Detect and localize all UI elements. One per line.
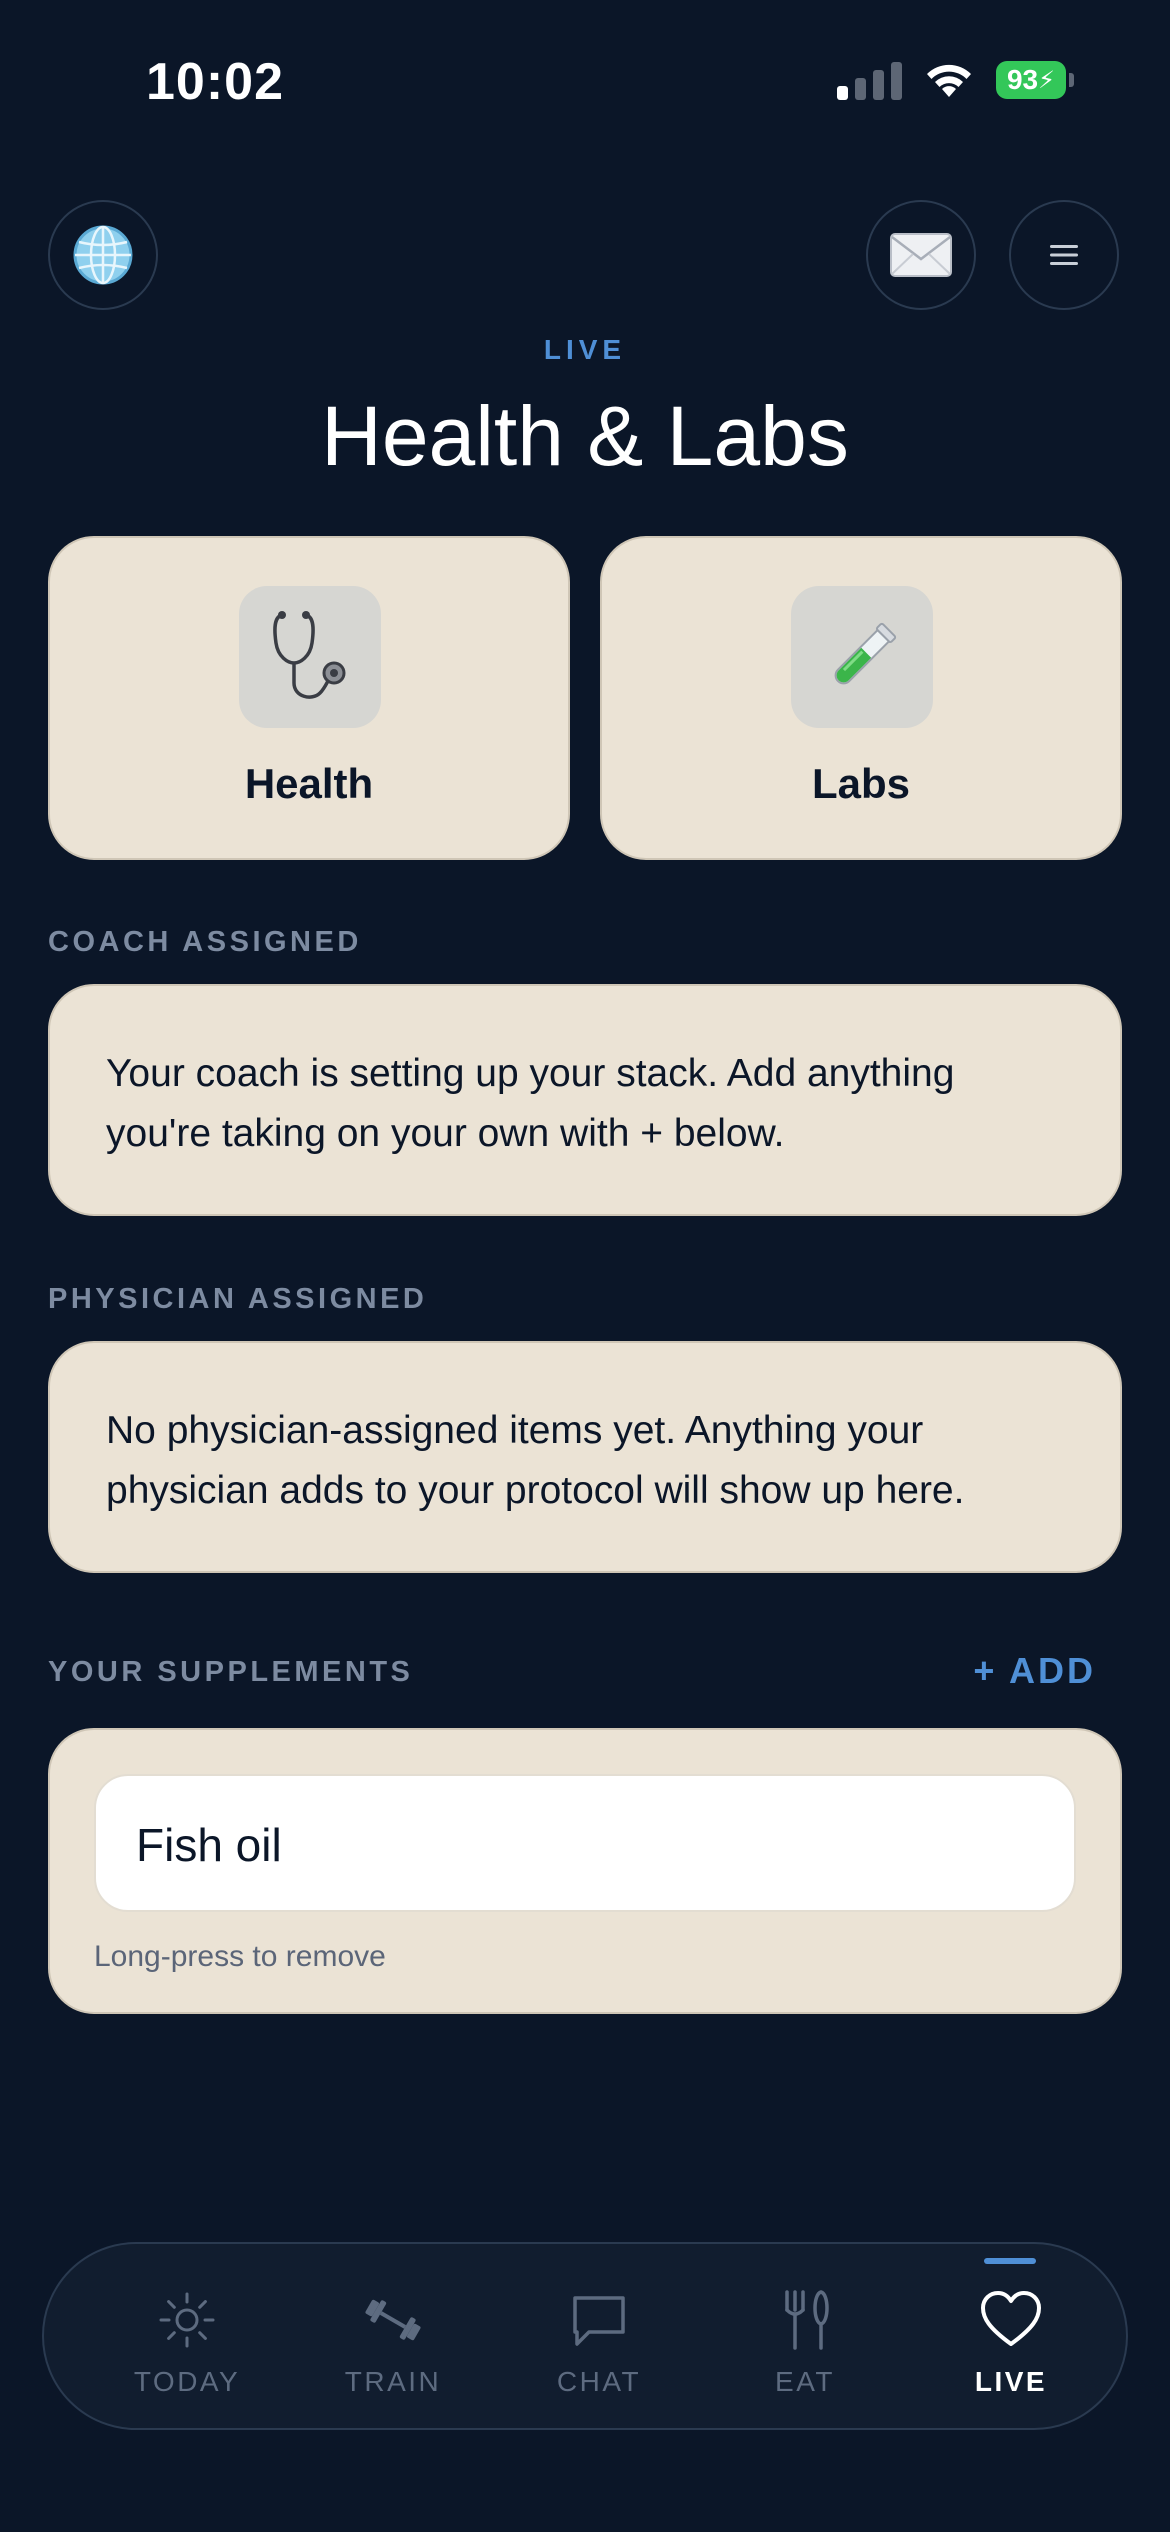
menu-button[interactable] [1009, 200, 1119, 310]
supplements-card: Fish oil Long-press to remove [48, 1728, 1122, 2014]
tab-eat[interactable]: EAT [702, 2244, 908, 2428]
sun-icon [159, 2292, 215, 2348]
tab-chat-label: CHAT [556, 2366, 642, 2397]
health-icon-container [239, 586, 381, 728]
battery-level: 93 ⚡ [996, 61, 1066, 99]
tab-chat[interactable]: CHAT [496, 2244, 702, 2428]
page-title: Health & Labs [321, 389, 849, 483]
battery-indicator: 93 ⚡ [996, 61, 1074, 99]
supplement-name: Fish oil [136, 1819, 282, 1871]
physician-card: No physician-assigned items yet. Anythin… [48, 1341, 1122, 1573]
stethoscope-icon [273, 611, 346, 699]
physician-section-heading: PHYSICIAN ASSIGNED [48, 1283, 428, 1315]
tab-live-label: LIVE [974, 2366, 1048, 2397]
physician-card-text: No physician-assigned items yet. Anythin… [106, 1409, 965, 1512]
supplement-hint: Long-press to remove [94, 1940, 386, 1973]
section-eyebrow: LIVE [543, 334, 627, 365]
active-tab-indicator [984, 2258, 1036, 2264]
chat-bubble-icon [573, 2296, 625, 2346]
coach-section-heading: COACH ASSIGNED [48, 926, 362, 958]
tab-train[interactable]: TRAIN [290, 2244, 496, 2428]
globe-button[interactable] [48, 200, 158, 310]
labs-tile[interactable]: Labs [600, 536, 1122, 860]
tab-today-label: TODAY [133, 2366, 241, 2397]
health-tile[interactable]: Health [48, 536, 570, 860]
heart-icon [981, 2291, 1041, 2346]
envelope-icon [890, 233, 952, 277]
tab-eat-label: EAT [775, 2366, 835, 2397]
coach-card-text: Your coach is setting up your stack. Add… [106, 1052, 955, 1155]
dumbbell-icon [365, 2299, 421, 2341]
supplement-item[interactable]: Fish oil [94, 1774, 1076, 1912]
tab-train-label: TRAIN [344, 2366, 442, 2397]
coach-card: Your coach is setting up your stack. Add… [48, 984, 1122, 1216]
wifi-icon [927, 64, 971, 97]
tab-live[interactable]: LIVE [908, 2244, 1114, 2428]
globe-icon [73, 225, 133, 285]
fork-knife-icon [785, 2290, 829, 2350]
health-tile-label: Health [244, 760, 374, 807]
status-icons: 93 ⚡ [837, 60, 1074, 100]
test-tube-icon [834, 622, 897, 685]
bottom-tab-bar: TODAY TRAIN CHAT EAT LIVE [42, 2242, 1128, 2430]
status-time: 10:02 [146, 53, 284, 111]
mail-button[interactable] [866, 200, 976, 310]
live-screen: 10:02 93 ⚡ LIVE Health & Labs Health Lab… [0, 0, 1170, 2532]
add-supplement-button[interactable]: + ADD [973, 1650, 1096, 1692]
labs-icon-container [791, 586, 933, 728]
cellular-signal-icon [837, 60, 902, 100]
hamburger-icon [1050, 245, 1078, 265]
tab-today[interactable]: TODAY [84, 2244, 290, 2428]
supplements-section-heading: YOUR SUPPLEMENTS [48, 1656, 414, 1688]
labs-tile-label: Labs [811, 760, 911, 807]
